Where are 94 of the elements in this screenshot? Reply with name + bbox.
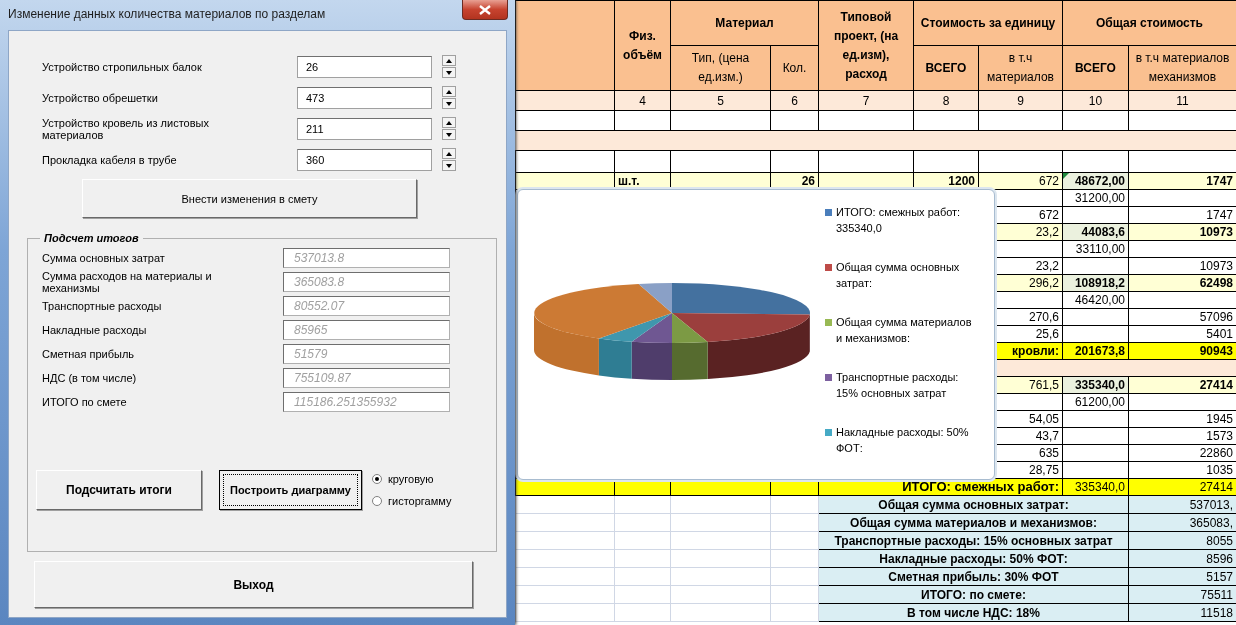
- group-title: Подсчет итогов: [43, 232, 140, 244]
- table-cell: 1747: [1206, 174, 1233, 188]
- column-header: Типовой проект, (на ед.изм), расход: [818, 0, 914, 91]
- window-title: Изменение данных количества материалов по разделам: [8, 7, 326, 21]
- legend-label: ИТОГО: смежных работ: 335340,0: [836, 205, 962, 236]
- column-header: Тип, (цена ед.изм.): [670, 45, 771, 91]
- table-cell: 26: [801, 174, 815, 188]
- legend-label: Транспортные расходы: 15% основных затрат: [836, 370, 960, 401]
- draw-chart-button[interactable]: Построить диаграмму: [219, 470, 362, 510]
- table-cell: ш.т.: [618, 174, 640, 188]
- input-field[interactable]: 26: [297, 55, 432, 78]
- table-cell: 5157: [1206, 569, 1233, 584]
- column-header: Физ. объём: [614, 0, 671, 91]
- table-cell: ИТОГО: по смете:: [921, 587, 1026, 602]
- field-label: Сумма расходов на материалы и механизмы: [42, 270, 213, 294]
- table-cell: Общая сумма основных затрат:: [878, 497, 1069, 512]
- table-cell: 1747: [1206, 208, 1233, 222]
- table-cell: 28,75: [1028, 463, 1059, 477]
- table-cell: 672: [1038, 208, 1059, 222]
- table-cell: 11518: [1200, 605, 1233, 620]
- table-cell: В том числе НДС: 18%: [907, 605, 1040, 620]
- table-cell: 54,05: [1028, 412, 1059, 426]
- table-cell: 22860: [1199, 446, 1233, 460]
- table-cell: 365083,: [1189, 515, 1233, 530]
- table-cell: Общая сумма материалов и механизмов:: [850, 515, 1097, 530]
- table-cell: 27414: [1199, 480, 1233, 494]
- column-header: Кол.: [770, 45, 819, 91]
- input-field[interactable]: 211: [297, 117, 432, 140]
- table-cell: 635: [1038, 446, 1059, 460]
- table-cell: 1573: [1206, 429, 1233, 443]
- calculate-button[interactable]: Подсчитать итоги: [36, 470, 202, 510]
- table-cell: 61200,00: [1074, 395, 1125, 409]
- table-cell: 46420,00: [1074, 293, 1125, 307]
- radio-label: гисторгамму: [388, 495, 452, 507]
- field-label: Устройство обрешетки: [42, 91, 159, 104]
- table-cell: Накладные расходы: 50% ФОТ:: [879, 551, 1068, 566]
- table-cell: 23,2: [1035, 259, 1059, 273]
- field-label: Сметная прибыль: [42, 348, 136, 360]
- table-cell: 10973: [1199, 259, 1233, 273]
- column-header: в т.ч материалов: [978, 45, 1063, 91]
- table-cell: 10973: [1199, 225, 1233, 239]
- input-field[interactable]: 473: [297, 86, 432, 109]
- column-header: ВСЕГО: [1062, 45, 1129, 91]
- field-label: Накладные расходы: [42, 324, 148, 336]
- legend-label: Накладные расходы: 50% ФОТ:: [836, 425, 970, 456]
- table-cell: 43,7: [1035, 429, 1059, 443]
- legend-label: Общая сумма материалов и механизмов:: [836, 315, 973, 346]
- column-header: Материал: [670, 0, 819, 46]
- field-label: Сумма основных затрат: [42, 252, 166, 264]
- table-cell: 62498: [1199, 276, 1233, 290]
- table-cell: 75511: [1200, 587, 1233, 602]
- column-header: в т.ч материалов механизмов: [1128, 45, 1236, 91]
- table-cell: Сметная прибыль: 30% ФОТ: [888, 569, 1059, 584]
- table-cell: 57096: [1199, 310, 1233, 324]
- field-label: Устройство кровель из листовых материалов: [42, 116, 210, 141]
- table-cell: 27414: [1199, 378, 1233, 392]
- table-cell: Транспортные расходы: 15% основных затрат: [834, 533, 1113, 548]
- table-cell: 108918,2: [1074, 276, 1125, 290]
- table-cell: 33110,00: [1075, 242, 1125, 256]
- table-cell: 23,2: [1035, 225, 1059, 239]
- column-header: ВСЕГО: [913, 45, 979, 91]
- table-cell: 5401: [1206, 327, 1233, 341]
- field-label: ИТОГО по смете: [42, 396, 128, 408]
- table-cell: 537013,: [1189, 497, 1233, 512]
- table-cell: 48672,00: [1074, 174, 1125, 188]
- table-cell: 335340,0: [1074, 378, 1125, 392]
- table-cell: 1200: [948, 174, 975, 188]
- table-cell: 296,2: [1028, 276, 1059, 290]
- table-cell: 31200,00: [1074, 191, 1125, 205]
- table-cell: 1945: [1206, 412, 1233, 426]
- radio-label: круговую: [388, 473, 434, 485]
- table-cell: 8596: [1206, 551, 1233, 566]
- input-field[interactable]: 360: [297, 148, 432, 171]
- legend-label: Общая сумма основных затрат:: [836, 260, 961, 291]
- table-cell: 270,6: [1028, 310, 1059, 324]
- table-cell: кровли:: [1012, 344, 1059, 358]
- field-label: Транспортные расходы: [42, 300, 163, 312]
- apply-button[interactable]: Внести изменения в смету: [82, 179, 417, 218]
- field-label: НДС (в том числе): [42, 372, 138, 384]
- table-cell: 8055: [1206, 533, 1233, 548]
- table-cell: ИТОГО: смежных работ:: [902, 479, 1059, 494]
- table-cell: 44083,6: [1081, 225, 1125, 239]
- table-cell: 201673,8: [1074, 344, 1125, 358]
- field-label: Устройство стропильных балок: [42, 60, 203, 73]
- table-cell: 761,5: [1028, 378, 1059, 392]
- table-cell: 672: [1038, 174, 1059, 188]
- field-label: Прокладка кабеля в трубе: [42, 153, 178, 166]
- table-cell: 335340,0: [1074, 480, 1125, 494]
- column-header: Общая стоимость: [1062, 0, 1236, 46]
- table-cell: 25,6: [1035, 327, 1059, 341]
- table-cell: 90943: [1199, 344, 1233, 358]
- exit-button[interactable]: Выход: [34, 561, 473, 608]
- table-cell: 1035: [1206, 463, 1233, 477]
- column-header: Стоимость за единицу: [913, 0, 1063, 46]
